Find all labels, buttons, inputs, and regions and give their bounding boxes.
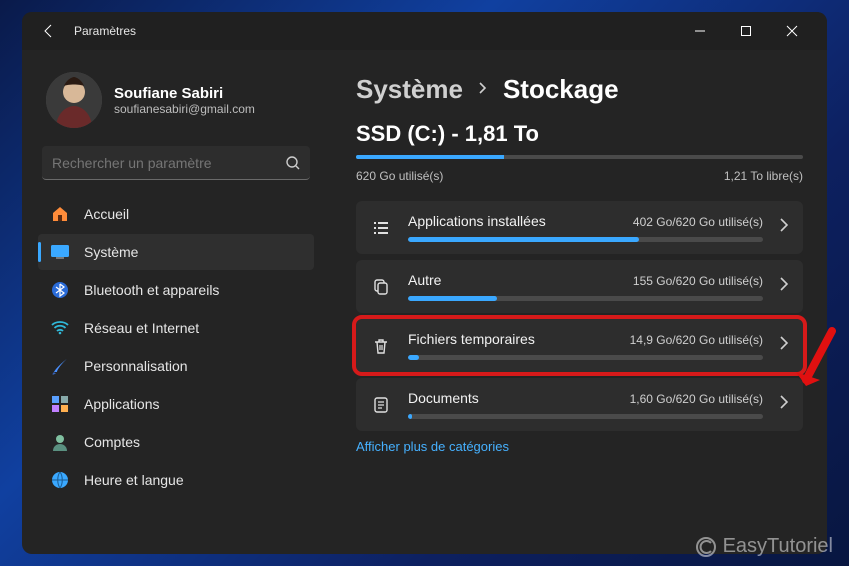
category-name: Fichiers temporaires <box>408 331 535 347</box>
storage-category-list: Applications installées 402 Go/620 Go uti… <box>356 201 803 431</box>
nav-item-reseau[interactable]: Réseau et Internet <box>38 310 314 346</box>
breadcrumb: Système Stockage <box>356 74 803 105</box>
watermark-logo-icon <box>695 536 717 558</box>
chevron-right-icon <box>477 81 489 99</box>
close-icon <box>786 25 798 37</box>
profile-email: soufianesabiri@gmail.com <box>114 102 255 116</box>
nav-list: Accueil Système Bluetooth et appareils R… <box>38 196 314 498</box>
category-meta: 14,9 Go/620 Go utilisé(s) <box>630 333 763 347</box>
nav-label: Heure et langue <box>84 472 184 488</box>
storage-category-card[interactable]: Fichiers temporaires 14,9 Go/620 Go utili… <box>356 319 803 372</box>
doc-icon <box>370 396 392 414</box>
nav-label: Comptes <box>84 434 140 450</box>
category-name: Autre <box>408 272 441 288</box>
avatar-image <box>46 72 102 128</box>
brush-icon <box>50 356 70 376</box>
arrow-left-icon <box>41 23 57 39</box>
nav-label: Personnalisation <box>84 358 188 374</box>
home-icon <box>50 204 70 224</box>
chevron-right-icon <box>779 277 789 296</box>
minimize-icon <box>694 25 706 37</box>
main-panel: Système Stockage SSD (C:) - 1,81 To 620 … <box>324 50 827 554</box>
bluetooth-icon <box>50 280 70 300</box>
list-icon <box>370 219 392 237</box>
system-icon <box>50 242 70 262</box>
back-button[interactable] <box>34 16 64 46</box>
chevron-right-icon <box>779 395 789 414</box>
window-controls <box>677 15 815 47</box>
nav-item-personnalisation[interactable]: Personnalisation <box>38 348 314 384</box>
nav-item-heure[interactable]: Heure et langue <box>38 462 314 498</box>
drive-title: SSD (C:) - 1,81 To <box>356 121 803 147</box>
storage-category-card[interactable]: Autre 155 Go/620 Go utilisé(s) <box>356 260 803 313</box>
category-meta: 402 Go/620 Go utilisé(s) <box>633 215 763 229</box>
drive-free-label: 1,21 To libre(s) <box>724 169 803 183</box>
breadcrumb-parent[interactable]: Système <box>356 74 463 105</box>
sidebar: Soufiane Sabiri soufianesabiri@gmail.com… <box>22 50 324 554</box>
storage-category-card[interactable]: Applications installées 402 Go/620 Go uti… <box>356 201 803 254</box>
close-button[interactable] <box>769 15 815 47</box>
titlebar: Paramètres <box>22 12 827 50</box>
category-name: Applications installées <box>408 213 546 229</box>
globe-icon <box>50 470 70 490</box>
maximize-button[interactable] <box>723 15 769 47</box>
profile-name: Soufiane Sabiri <box>114 85 255 102</box>
search-input[interactable] <box>42 155 276 171</box>
nav-label: Système <box>84 244 138 260</box>
chevron-right-icon <box>779 218 789 237</box>
breadcrumb-current: Stockage <box>503 74 619 105</box>
category-meta: 1,60 Go/620 Go utilisé(s) <box>630 392 763 406</box>
category-meta: 155 Go/620 Go utilisé(s) <box>633 274 763 288</box>
window-title: Paramètres <box>74 24 136 38</box>
avatar <box>46 72 102 128</box>
watermark: EasyTutoriel <box>695 535 833 558</box>
apps-icon <box>50 394 70 414</box>
nav-item-accueil[interactable]: Accueil <box>38 196 314 232</box>
wifi-icon <box>50 318 70 338</box>
trash-icon <box>370 337 392 355</box>
nav-label: Accueil <box>84 206 129 222</box>
chevron-right-icon <box>779 336 789 355</box>
nav-label: Réseau et Internet <box>84 320 199 336</box>
nav-item-comptes[interactable]: Comptes <box>38 424 314 460</box>
watermark-text: EasyTutoriel <box>723 535 833 558</box>
profile-block[interactable]: Soufiane Sabiri soufianesabiri@gmail.com <box>38 62 314 144</box>
search-icon <box>276 156 310 170</box>
search-box[interactable] <box>42 146 310 180</box>
copy-icon <box>370 278 392 296</box>
nav-item-systeme[interactable]: Système <box>38 234 314 270</box>
storage-category-card[interactable]: Documents 1,60 Go/620 Go utilisé(s) <box>356 378 803 431</box>
nav-label: Applications <box>84 396 160 412</box>
settings-window: Paramètres Soufiane Sabiri so <box>22 12 827 554</box>
nav-label: Bluetooth et appareils <box>84 282 219 298</box>
minimize-button[interactable] <box>677 15 723 47</box>
user-icon <box>50 432 70 452</box>
show-more-link[interactable]: Afficher plus de catégories <box>356 439 803 454</box>
maximize-icon <box>740 25 752 37</box>
drive-used-label: 620 Go utilisé(s) <box>356 169 443 183</box>
nav-item-applications[interactable]: Applications <box>38 386 314 422</box>
drive-usage-bar <box>356 155 803 159</box>
nav-item-bluetooth[interactable]: Bluetooth et appareils <box>38 272 314 308</box>
category-name: Documents <box>408 390 479 406</box>
